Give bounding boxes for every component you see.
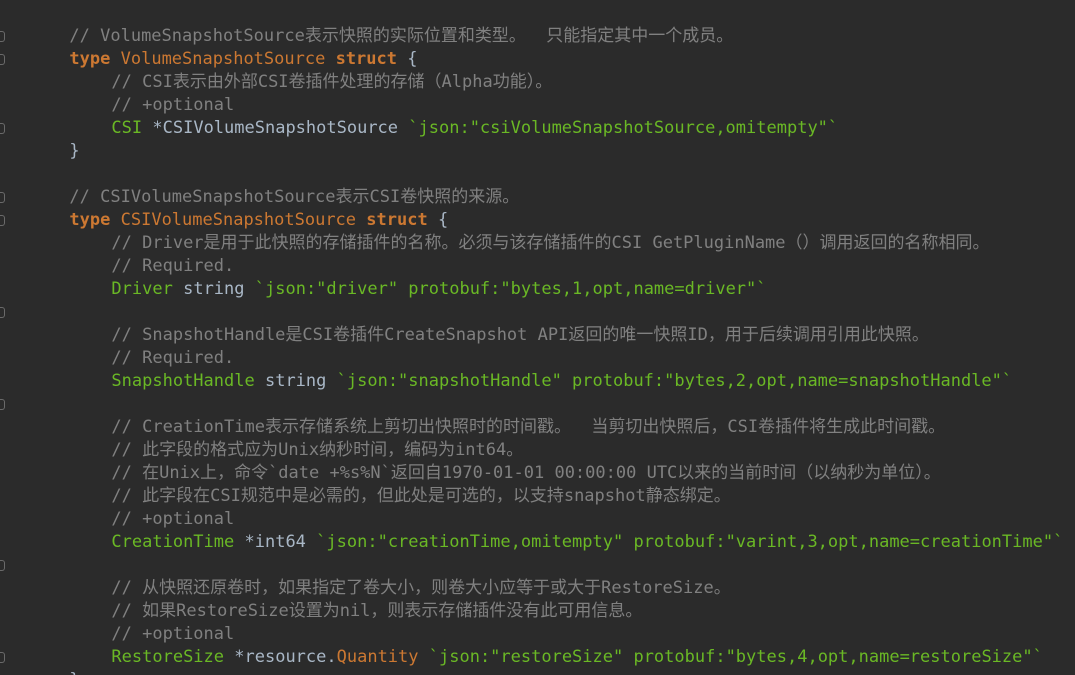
- code-line: }: [0, 117, 1075, 161]
- code-line: // CreationTime表示存储系统上剪切出快照时的时间戳。 当剪切出快照…: [0, 393, 1075, 437]
- code-line: // +optional: [8, 71, 1075, 115]
- code-line: CreationTime *int64 `json:"creationTime,…: [8, 508, 1075, 552]
- code-line: // 此字段在CSI规范中是必需的，但此处是可选的，以支持snapshot静态绑…: [8, 462, 1075, 506]
- fold-marker-icon[interactable]: [0, 31, 5, 42]
- code-line: CSI *CSIVolumeSnapshotSource `json:"csiV…: [8, 94, 1075, 138]
- code-line: RestoreSize *resource.Quantity `json:"re…: [8, 623, 1075, 667]
- editor-gutter: [0, 0, 6, 675]
- code-editor[interactable]: // VolumeSnapshotSource表示快照的实际位置和类型。 只能指…: [0, 0, 1075, 675]
- code-line: type VolumeSnapshotSource struct {: [0, 25, 1075, 69]
- code-line: // VolumeSnapshotSource表示快照的实际位置和类型。 只能指…: [8, 2, 1075, 46]
- code-line: // 此字段的格式应为Unix纳秒时间，编码为int64。: [8, 416, 1075, 460]
- fold-marker-icon[interactable]: [0, 123, 5, 134]
- fold-marker-icon[interactable]: [0, 399, 5, 410]
- code-line: Driver string `json:"driver" protobuf:"b…: [8, 255, 1075, 299]
- code-line: // CSIVolumeSnapshotSource表示CSI卷快照的来源。: [8, 163, 1075, 207]
- code-line: SnapshotHandle string `json:"snapshotHan…: [8, 347, 1075, 391]
- code-line: // CSI表示由外部CSI卷插件处理的存储（Alpha功能）。: [0, 48, 1075, 92]
- code-line: // +optional: [8, 485, 1075, 529]
- code-line: // +optional: [8, 600, 1075, 644]
- fold-marker-icon[interactable]: [0, 215, 5, 226]
- fold-marker-icon[interactable]: [0, 307, 5, 318]
- fold-marker-icon[interactable]: [0, 192, 5, 203]
- code-line: // Required.: [8, 232, 1075, 276]
- code-line: type CSIVolumeSnapshotSource struct {: [0, 186, 1075, 230]
- close-brace: }: [69, 670, 79, 675]
- fold-marker-icon[interactable]: [0, 54, 5, 65]
- code-line: // 从快照还原卷时，如果指定了卷大小，则卷大小应等于或大于RestoreSiz…: [0, 554, 1075, 598]
- code-line: // SnapshotHandle是CSI卷插件CreateSnapshot A…: [0, 301, 1075, 345]
- fold-marker-icon[interactable]: [0, 560, 5, 571]
- code-area[interactable]: // VolumeSnapshotSource表示快照的实际位置和类型。 只能指…: [0, 2, 1075, 675]
- code-line: // Driver是用于此快照的存储插件的名称。必须与该存储插件的CSI Get…: [0, 209, 1075, 253]
- fold-marker-icon[interactable]: [0, 652, 5, 663]
- code-line: // 如果RestoreSize设置为nil，则表示存储插件没有此可用信息。: [8, 577, 1075, 621]
- code-line: // Required.: [8, 324, 1075, 368]
- code-line: }: [0, 646, 1075, 675]
- code-line: // 在Unix上，命令`date +%s%N`返回自1970-01-01 00…: [8, 439, 1075, 483]
